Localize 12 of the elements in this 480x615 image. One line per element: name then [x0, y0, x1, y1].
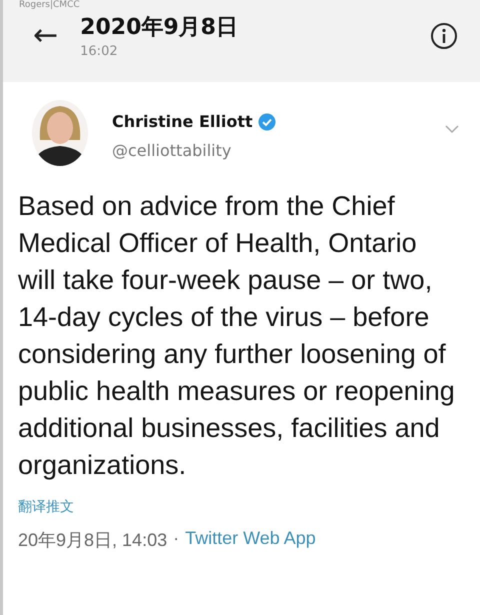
- source-link[interactable]: Twitter Web App: [185, 528, 316, 552]
- tweet-timestamp: 20年9月8日, 14:03: [18, 529, 168, 552]
- translate-link[interactable]: 翻译推文: [18, 498, 74, 516]
- header-title: 2020年9月8日: [80, 14, 239, 42]
- tweet-text: Based on advice from the Chief Medical Officer of Health, Ontario will take four-week pause – or two, 14-day cycles of the virus – before considering any further loosening of public health measures or reopening additional businesses, facilities and organizations.: [18, 190, 456, 482]
- back-button[interactable]: ←: [33, 20, 58, 50]
- carrier-name: Rogers|CMCC: [18, 0, 81, 10]
- header-subtitle: 16:02: [80, 44, 119, 59]
- author-handle: @celliottability: [112, 141, 232, 160]
- author-name: Christine Elliott: [112, 112, 253, 131]
- separator-dot: ·: [173, 528, 180, 550]
- info-icon[interactable]: [430, 22, 458, 50]
